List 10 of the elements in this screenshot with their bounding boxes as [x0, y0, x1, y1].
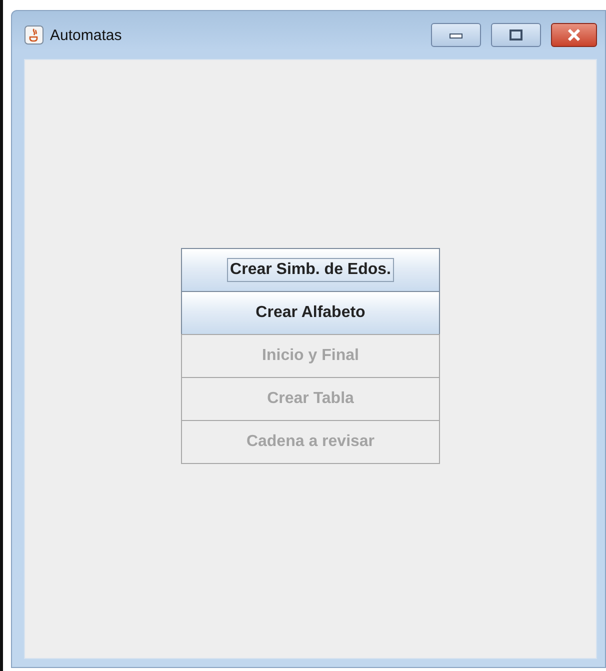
close-button[interactable] — [551, 23, 597, 47]
minimize-icon — [449, 31, 463, 39]
action-button[interactable]: Crear Simb. de Edos. — [181, 248, 440, 292]
minimize-button[interactable] — [431, 23, 481, 47]
window-title: Automatas — [50, 26, 123, 44]
close-icon — [567, 29, 581, 41]
maximize-icon — [509, 29, 523, 41]
java-cup-icon — [24, 25, 44, 45]
maximize-button[interactable] — [491, 23, 541, 47]
action-button[interactable]: Crear Alfabeto — [181, 291, 440, 335]
